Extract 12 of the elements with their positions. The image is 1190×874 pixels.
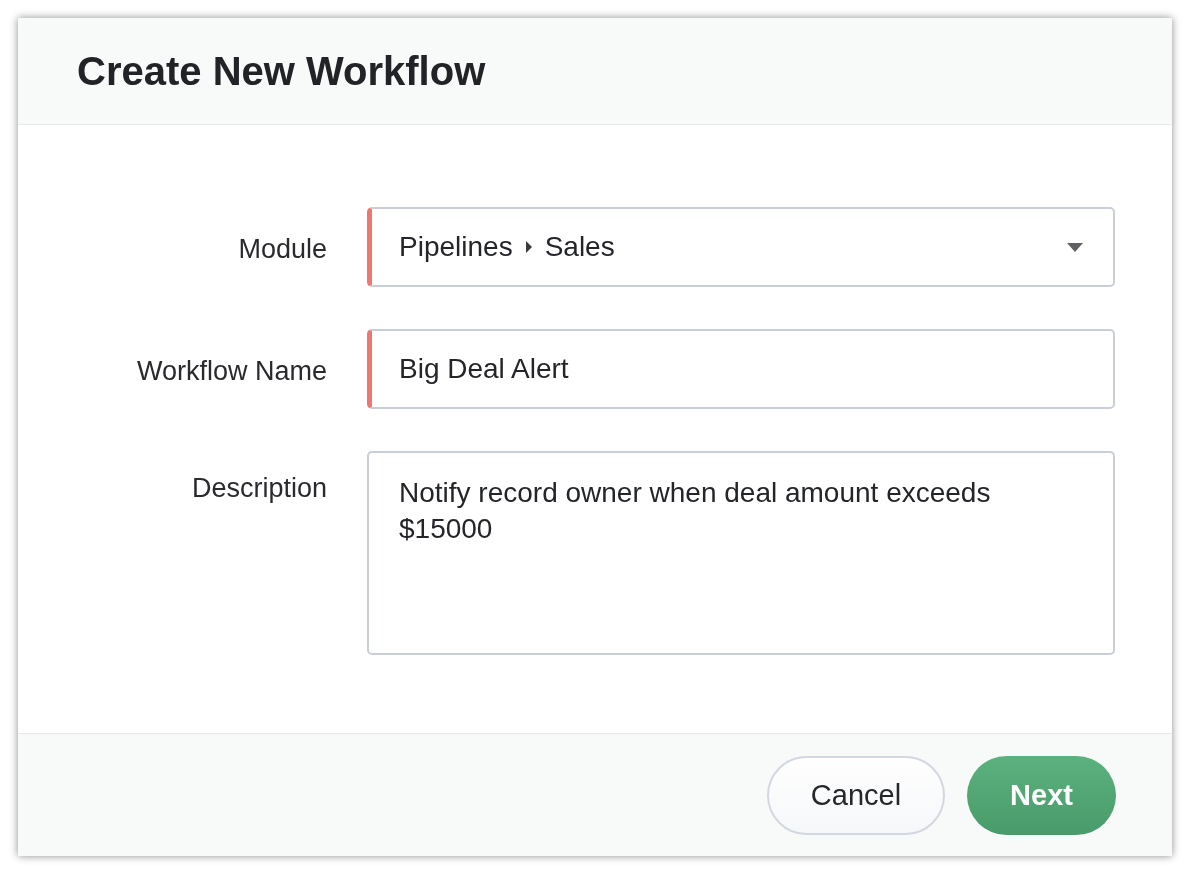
cancel-button[interactable]: Cancel [767,755,945,835]
dialog-title: Create New Workflow [77,48,486,94]
dropdown-caret-icon[interactable] [1067,242,1083,252]
caret-icon [524,240,533,254]
text-input-field[interactable]: Big Deal Alert [367,329,1115,409]
breadcrumb-text: Pipelines [399,231,513,263]
field-label: Workflow Name [136,356,327,387]
module-dropdown[interactable]: Pipelines Sales [367,207,1115,287]
field-label: Module [238,234,327,265]
breadcrumb-text: Sales [544,231,615,263]
field-label: Description [191,473,327,504]
textarea-field[interactable]: Notify record owner when deal amount exceeds $15000 [367,451,1115,655]
